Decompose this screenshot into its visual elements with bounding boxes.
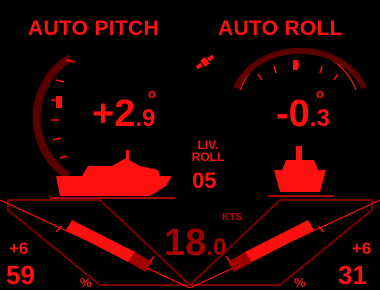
roll-value-int: -0 <box>276 93 310 135</box>
roll-indicator <box>293 60 298 70</box>
roll-degree: o <box>316 86 324 101</box>
left-trim-offset: +6 <box>9 239 29 258</box>
speed-value: 18.0 <box>164 224 226 262</box>
satellite-icon <box>195 54 215 70</box>
pitch-degree: o <box>148 86 156 101</box>
pitch-value-int: +2 <box>92 93 136 135</box>
right-trim-bar <box>245 220 314 262</box>
boat-rear-icon <box>268 146 334 197</box>
left-trim-value: 59 <box>6 260 35 290</box>
liv-roll-label: LIV. ROLL <box>190 139 226 163</box>
pitch-value-dec: .9 <box>135 105 156 132</box>
pitch-gauge-arc <box>32 54 73 180</box>
speed-unit: KTS <box>222 212 242 223</box>
roll-title: AUTO ROLL <box>218 17 343 40</box>
pitch-title: AUTO PITCH <box>28 17 159 40</box>
left-trim-unit: % <box>80 275 92 290</box>
roll-value-dec: .3 <box>309 105 330 132</box>
liv-roll-label-line2: ROLL <box>191 150 225 164</box>
pitch-value: +2.9 <box>92 95 155 133</box>
left-trim-bar <box>66 220 135 262</box>
speed-value-int: 18 <box>164 222 207 264</box>
speed-value-dec: .0 <box>206 234 227 261</box>
pitch-indicator <box>56 96 62 108</box>
liv-roll-value: 05 <box>192 168 217 193</box>
right-trim-unit: % <box>294 275 306 290</box>
right-trim-value: 31 <box>338 260 367 290</box>
right-trim-offset: +6 <box>352 239 372 258</box>
